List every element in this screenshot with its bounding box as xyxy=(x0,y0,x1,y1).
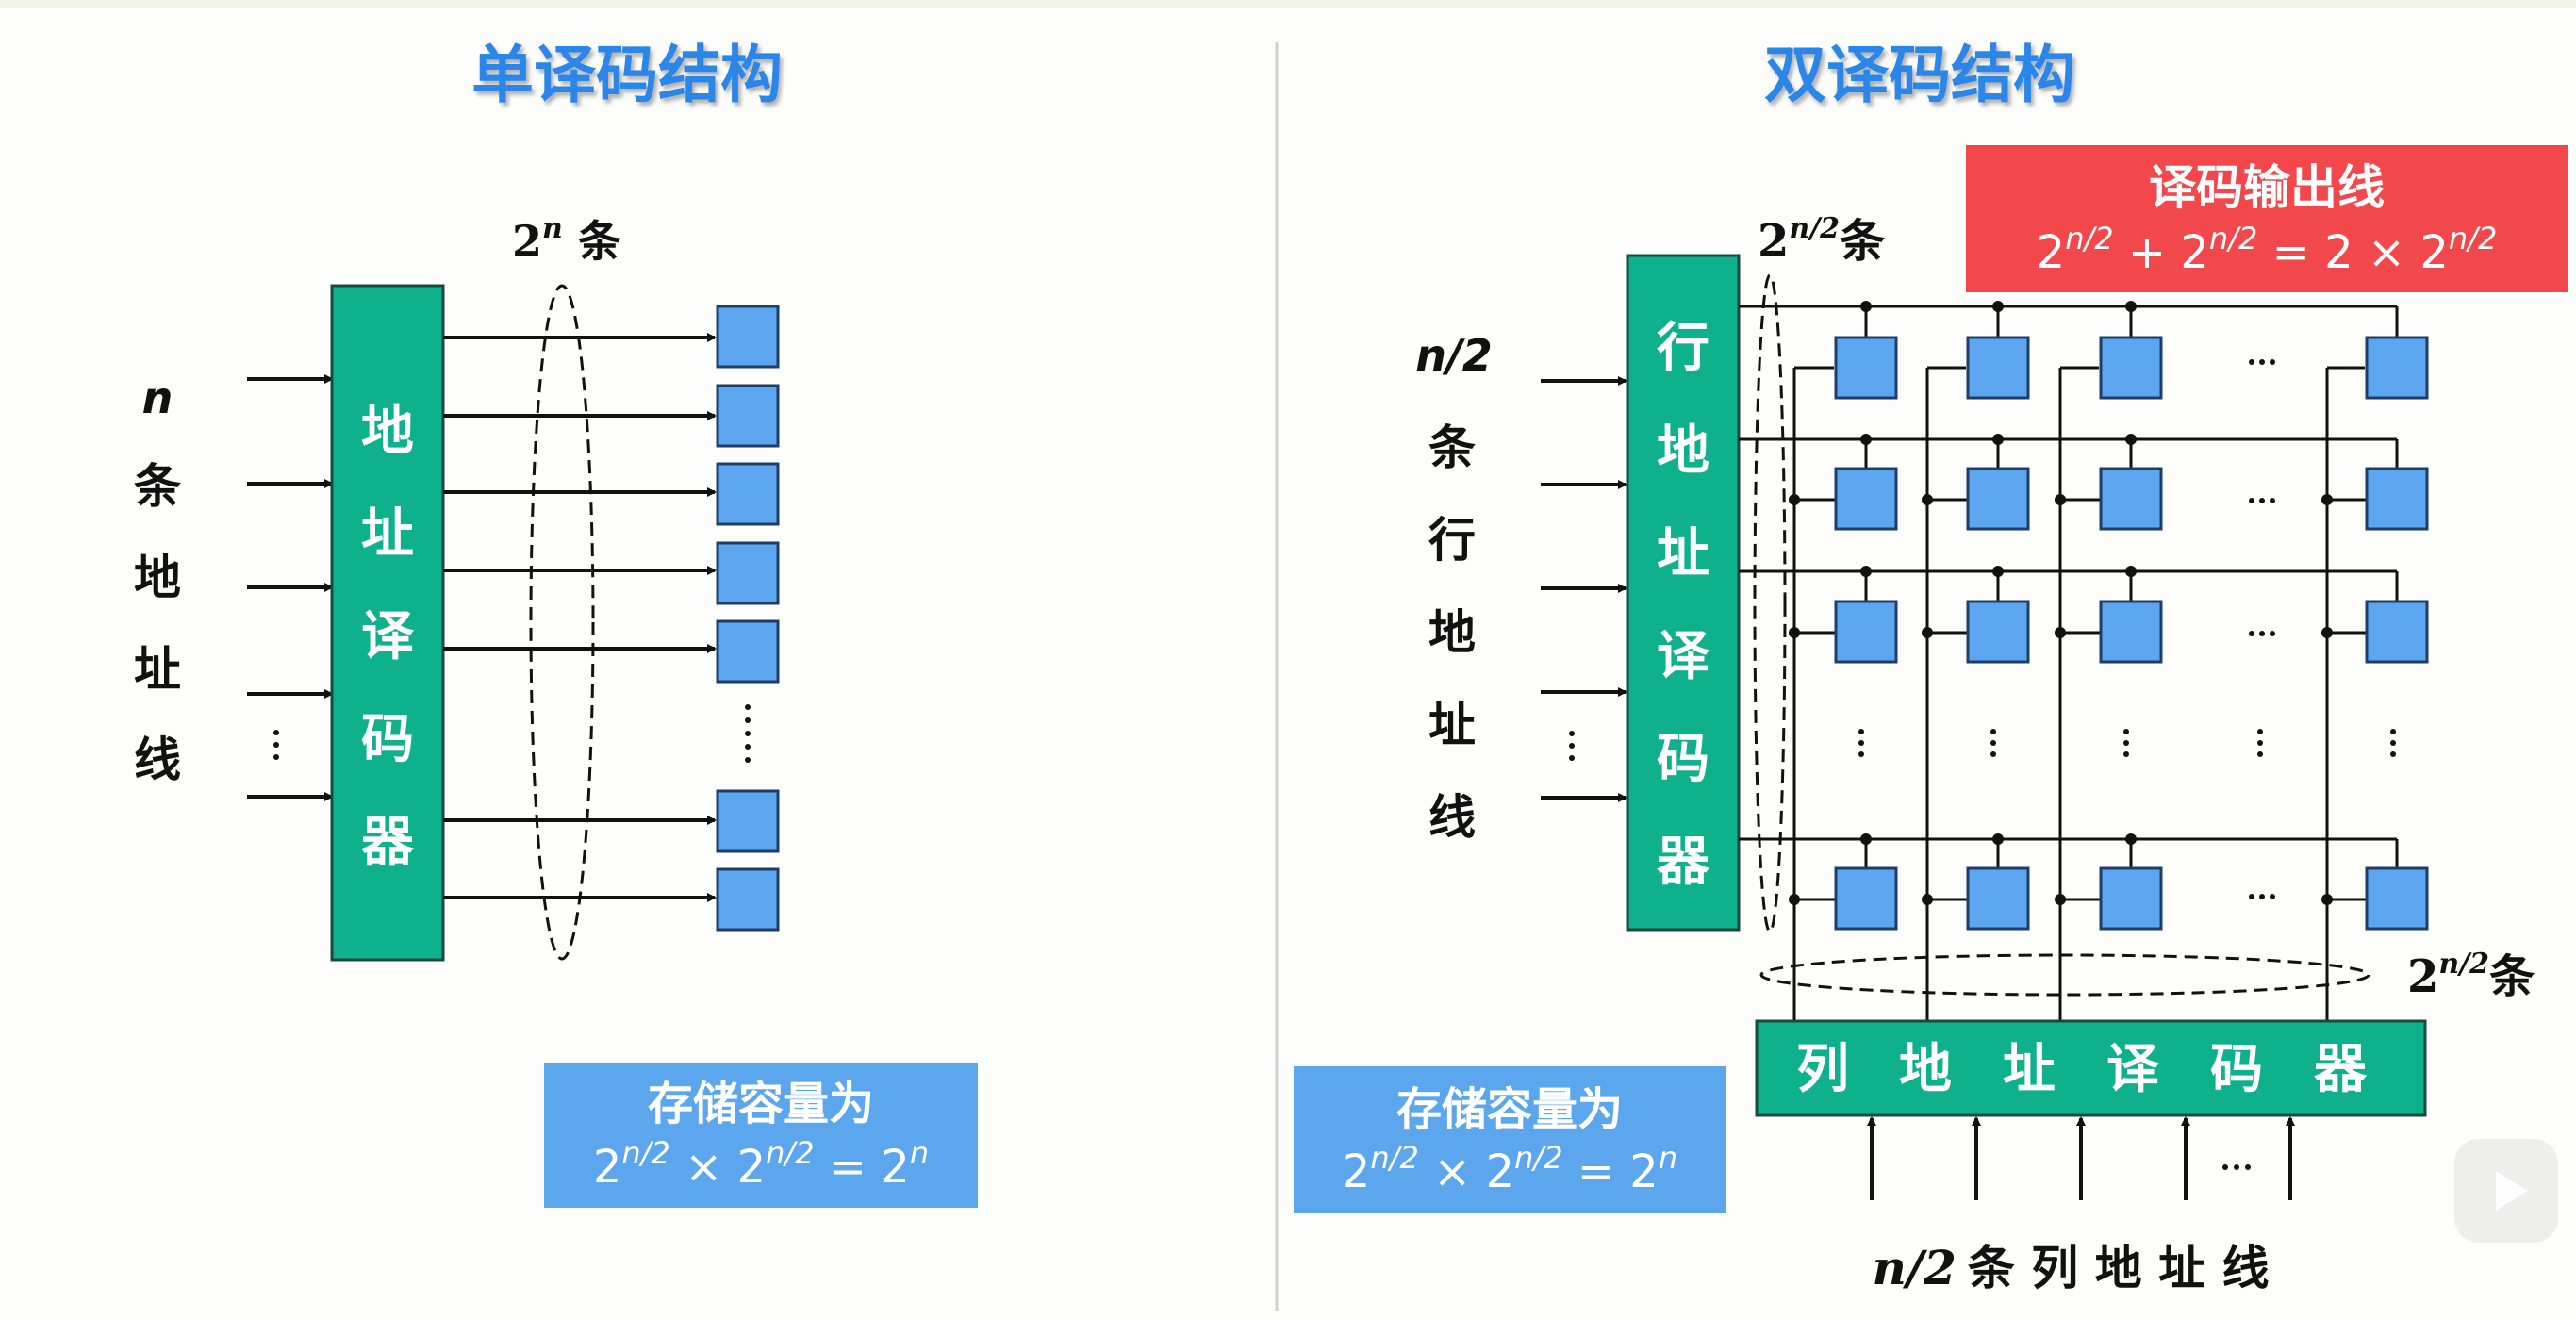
row-decoder-char: 地 xyxy=(1657,420,1709,482)
left-input-char: 线 xyxy=(134,733,181,787)
left-memory-cells xyxy=(716,305,780,932)
left-decoder-char: 译 xyxy=(361,606,415,668)
row-decoder-char: 码 xyxy=(1657,729,1709,790)
col-bundle-ellipse xyxy=(1759,953,2370,997)
left-input-label-n: n xyxy=(142,372,173,423)
col-decoder-char: 址 xyxy=(2003,1039,2056,1100)
left-decoder-char: 地 xyxy=(361,401,414,462)
col-decoder-char: 列 xyxy=(1796,1039,1849,1100)
row-input-label: 条 行 地 址 线 xyxy=(1428,420,1476,845)
col-bundle-label: 2n/2条 xyxy=(2407,948,2535,1003)
row-input-char: 地 xyxy=(1428,605,1476,660)
memory-cell xyxy=(1834,467,1898,531)
row-bundle-ellipse xyxy=(1753,273,1787,933)
row-input-char: 线 xyxy=(1428,790,1476,845)
left-input-char: 条 xyxy=(134,459,181,514)
memory-cell xyxy=(2365,336,2429,400)
col-input-caption: n/2 条 列 地 址 线 xyxy=(1872,1240,2269,1295)
memory-cell xyxy=(716,462,780,526)
right-title: 双译码结构 xyxy=(1764,39,2075,111)
memory-cell xyxy=(1966,866,2030,931)
memory-cell xyxy=(716,541,780,605)
memory-cell xyxy=(716,619,780,684)
row-input-label-n: n/2 xyxy=(1415,330,1493,381)
top-band xyxy=(0,0,2576,8)
left-decoder-char: 码 xyxy=(361,709,414,770)
memory-cell xyxy=(716,789,780,853)
memory-cell xyxy=(1966,600,2030,664)
memory-cell xyxy=(716,867,780,932)
output-lines-title: 译码输出线 xyxy=(2149,160,2385,215)
left-decoder-char: 器 xyxy=(361,812,415,873)
memory-cell xyxy=(2099,336,2163,400)
left-cells-ellipsis xyxy=(745,704,751,763)
row-bundle-label: 2n/2条 xyxy=(1758,212,1885,268)
col-input-arrows xyxy=(1867,1116,2295,1200)
row-input-char: 址 xyxy=(1428,698,1476,752)
decoder-diagram: 单译码结构 2n 条 n 条 地 址 线 地 址 译 码 器 存储容量为 2n/… xyxy=(134,39,2568,1311)
left-decoder-char: 址 xyxy=(361,503,414,565)
memory-cell xyxy=(716,384,780,448)
left-input-label: 条 地 址 线 xyxy=(134,459,181,787)
row-input-ellipsis xyxy=(1569,731,1575,761)
row-decoder-char: 译 xyxy=(1657,626,1710,687)
left-bundle-label: 2n 条 xyxy=(512,212,621,267)
memory-cell xyxy=(1834,336,1898,400)
col-decoder-char: 码 xyxy=(2210,1039,2263,1100)
memory-cell xyxy=(2099,467,2163,531)
col-decoder-char: 器 xyxy=(2314,1039,2368,1100)
memory-cell xyxy=(2365,866,2429,931)
row-input-char: 行 xyxy=(1428,513,1476,568)
col-input-ellipsis xyxy=(2222,1164,2251,1170)
memory-cell xyxy=(1834,866,1898,931)
row-decoder-char: 器 xyxy=(1657,832,1710,893)
left-input-char: 址 xyxy=(134,642,181,697)
col-decoder-char: 地 xyxy=(1899,1039,1952,1100)
memory-cell xyxy=(716,305,780,369)
play-icon[interactable] xyxy=(2454,1139,2558,1243)
left-capacity-title: 存储容量为 xyxy=(648,1078,874,1130)
left-input-ellipsis xyxy=(273,730,279,760)
col-decoder-char: 译 xyxy=(2106,1039,2160,1100)
memory-cell xyxy=(2099,866,2163,931)
memory-cell xyxy=(2365,600,2429,664)
left-output-arrows xyxy=(443,333,717,902)
row-input-arrows xyxy=(1541,376,1627,802)
memory-cell xyxy=(1834,600,1898,664)
left-title: 单译码结构 xyxy=(471,39,783,111)
row-input-char: 条 xyxy=(1428,420,1476,475)
left-bundle-ellipse xyxy=(529,284,595,961)
memory-cell xyxy=(2365,467,2429,531)
memory-cell xyxy=(1966,467,2030,531)
memory-cell xyxy=(2099,600,2163,664)
left-input-arrows xyxy=(247,374,334,801)
row-decoder-char: 址 xyxy=(1657,523,1709,585)
left-input-char: 地 xyxy=(134,551,181,605)
row-decoder-char: 行 xyxy=(1657,318,1709,379)
memory-cell xyxy=(1966,336,2030,400)
right-capacity-title: 存储容量为 xyxy=(1396,1083,1623,1136)
